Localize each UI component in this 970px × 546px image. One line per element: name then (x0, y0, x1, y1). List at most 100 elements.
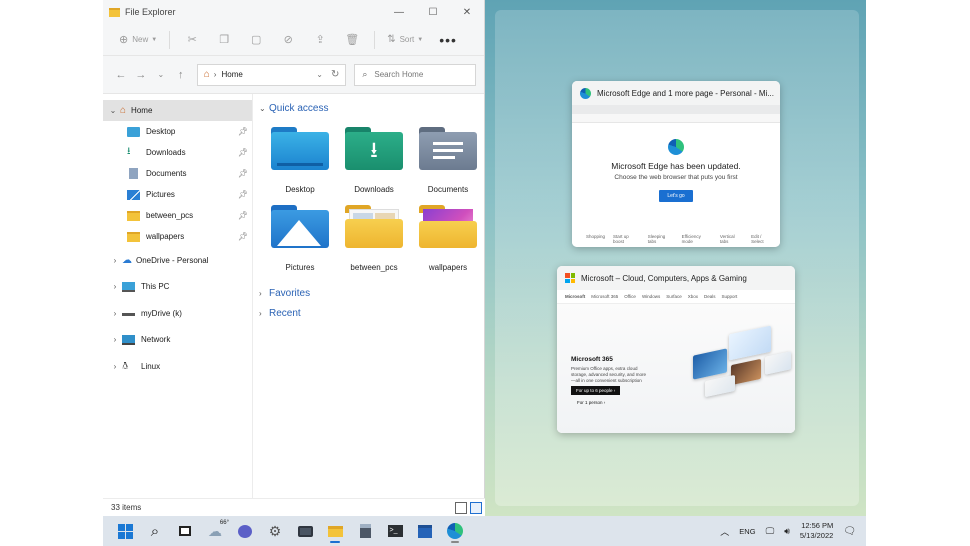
group-favorites[interactable]: › Favorites (259, 283, 485, 303)
edge-window-thumbnail[interactable]: Microsoft Edge and 1 more page - Persona… (572, 81, 780, 247)
nav-item-downloads[interactable]: ⭳ Downloads 📌︎ (103, 142, 252, 163)
nav-item-desktop[interactable]: Desktop 📌︎ (103, 121, 252, 142)
chevron-right-icon[interactable]: › (108, 256, 122, 265)
pin-icon: 📌︎ (237, 148, 249, 157)
sort-button-label: Sort (399, 35, 415, 44)
chat-button[interactable] (233, 519, 257, 543)
nav-item-linux[interactable]: › 🐧︎ Linux (103, 353, 252, 380)
store-button[interactable] (413, 519, 437, 543)
back-arrow-icon[interactable]: ← (111, 69, 131, 81)
nav-item-label: Linux (141, 361, 161, 371)
terminal-button[interactable]: >_ (383, 519, 407, 543)
recent-locations-chevron-icon[interactable]: ⌄ (151, 70, 171, 79)
tile-documents[interactable]: Documents (411, 123, 485, 201)
chevron-down-icon: ▼ (151, 36, 158, 43)
nav-item-wallpapers[interactable]: wallpapers 📌︎ (103, 226, 252, 247)
breadcrumb[interactable]: Home (221, 70, 316, 79)
device-screen (693, 348, 727, 380)
edge-update-message: Microsoft Edge has been updated. Choose … (572, 139, 780, 202)
up-arrow-icon[interactable]: ↑ (171, 69, 191, 81)
pin-icon: 📌︎ (237, 211, 249, 220)
site-nav-item: Windows (641, 294, 661, 299)
tile-between-pcs[interactable]: between_pcs (337, 201, 411, 279)
nav-item-home[interactable]: ⌄ ⌂ Home (103, 100, 252, 121)
forward-arrow-icon[interactable]: → (131, 69, 151, 81)
tile-desktop[interactable]: Desktop (263, 123, 337, 201)
system-tray: ︿ ENG 🖵︎ 🔊︎ 12:56 PM 5/13/2022 🗨︎ (720, 521, 866, 541)
group-quick-access[interactable]: ⌄ Quick access (259, 100, 485, 117)
file-explorer-taskbar-button[interactable] (323, 519, 347, 543)
chevron-right-icon[interactable]: › (108, 362, 122, 371)
maximize-button[interactable]: ☐ (416, 0, 450, 24)
network-tray-icon[interactable]: 🖵︎ (766, 526, 775, 537)
share-icon: ⇪ (315, 34, 325, 46)
more-options-button[interactable]: ••• (429, 32, 467, 48)
title-bar[interactable]: File Explorer — ☐ ✕ (103, 0, 484, 24)
nav-item-documents[interactable]: Documents 📌︎ (103, 163, 252, 184)
paste-button[interactable]: ▢ (240, 29, 272, 51)
cut-button[interactable]: ✂ (176, 29, 208, 51)
rename-icon: ⊘ (283, 34, 293, 46)
chevron-right-icon[interactable]: › (108, 335, 122, 344)
nav-item-network[interactable]: › Network (103, 327, 252, 354)
group-recent[interactable]: › Recent (259, 303, 485, 323)
nav-item-onedrive[interactable]: › ☁ OneDrive - Personal (103, 247, 252, 274)
window-title: File Explorer (125, 7, 176, 17)
tiles-view-button[interactable] (470, 501, 482, 514)
show-hidden-icons-chevron-icon[interactable]: ︿ (720, 525, 729, 538)
chevron-down-icon[interactable]: ⌄ (106, 106, 120, 115)
search-input[interactable]: ⌕ Search Home (354, 63, 476, 86)
settings-button[interactable]: ⚙ (263, 519, 287, 543)
nav-item-this-pc[interactable]: › This PC (103, 274, 252, 301)
chevron-right-icon[interactable]: › (108, 309, 122, 318)
edge-taskbar-button[interactable] (443, 519, 467, 543)
tile-wallpapers[interactable]: wallpapers (411, 201, 485, 279)
start-button[interactable] (113, 519, 137, 543)
nav-item-mydrive[interactable]: › myDrive (k) (103, 300, 252, 327)
close-button[interactable]: ✕ (450, 0, 484, 24)
camera-button[interactable] (293, 519, 317, 543)
chat-icon (238, 524, 252, 538)
nav-item-between-pcs[interactable]: between_pcs 📌︎ (103, 205, 252, 226)
site-nav-item: Support (721, 294, 738, 299)
edge-page-preview: Microsoft Edge has been updated. Choose … (572, 105, 780, 247)
notification-icon[interactable]: 🗨︎ (843, 526, 856, 537)
search-button[interactable]: ⌕ (143, 519, 167, 543)
device-screen (731, 358, 761, 386)
nav-item-label: Network (141, 335, 171, 345)
tile-pictures[interactable]: Pictures (263, 201, 337, 279)
share-button[interactable]: ⇪ (304, 29, 336, 51)
task-view-button[interactable] (173, 519, 197, 543)
edge-icon (447, 523, 463, 539)
copy-button[interactable]: ❐ (208, 29, 240, 51)
new-button[interactable]: ⊕ New ▼ (113, 29, 163, 51)
chevron-right-icon[interactable]: › (108, 282, 122, 291)
refresh-icon[interactable]: ↻ (331, 69, 339, 80)
widgets-button[interactable]: ☁ 66° (203, 519, 229, 543)
minimize-button[interactable]: — (382, 0, 416, 24)
nav-item-label: wallpapers (146, 232, 185, 241)
volume-icon[interactable]: 🔊︎ (784, 526, 790, 537)
address-bar[interactable]: ⌂ › Home ⌄ ↻ (196, 63, 347, 86)
details-view-button[interactable] (455, 501, 467, 514)
delete-button[interactable]: 🗑︎ (336, 29, 368, 51)
hero-secondary-link[interactable]: For 1 person › (577, 400, 605, 405)
nav-item-label: between_pcs (146, 211, 194, 220)
rename-button[interactable]: ⊘ (272, 29, 304, 51)
language-indicator[interactable]: ENG (739, 527, 755, 536)
content-pane: ⌄ Quick access Desktop ⭳ Downloads Docum… (253, 94, 485, 498)
nav-item-pictures[interactable]: Pictures 📌︎ (103, 184, 252, 205)
sort-button[interactable]: ⇅ Sort ▼ (381, 29, 429, 51)
documents-folder-icon (419, 127, 477, 175)
calculator-button[interactable] (353, 519, 377, 543)
hero-heading: Microsoft 365 (571, 356, 613, 363)
clock[interactable]: 12:56 PM 5/13/2022 (800, 521, 833, 541)
address-dropdown-icon[interactable]: ⌄ (316, 70, 323, 79)
collapsed-groups: › Favorites › Recent (259, 283, 485, 323)
hero-cta-button[interactable]: For up to 6 people › (571, 386, 621, 395)
tile-label: Pictures (285, 263, 315, 272)
linux-penguin-icon: 🐧︎ (122, 360, 129, 372)
lets-go-button[interactable]: Let's go (659, 190, 693, 202)
tile-downloads[interactable]: ⭳ Downloads (337, 123, 411, 201)
microsoft-window-thumbnail[interactable]: Microsoft – Cloud, Computers, Apps & Gam… (557, 266, 795, 433)
